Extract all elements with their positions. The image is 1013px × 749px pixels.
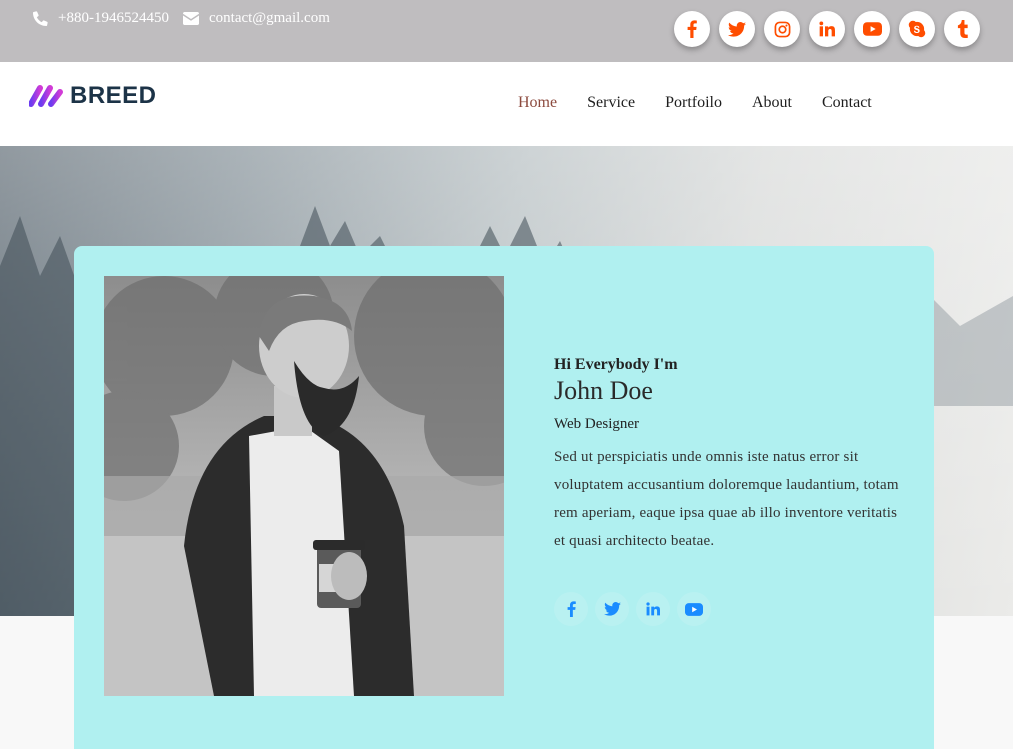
- top-bar: +880-1946524450 contact@gmail.com: [0, 0, 1013, 62]
- profile-social-links: [554, 592, 718, 626]
- linkedin-icon: [646, 602, 660, 616]
- profile-youtube-link[interactable]: [677, 592, 711, 626]
- profile-facebook-link[interactable]: [554, 592, 588, 626]
- facebook-icon: [567, 601, 576, 617]
- facebook-icon: [687, 20, 697, 38]
- profile-bio: Sed ut perspiciatis unde omnis iste natu…: [554, 449, 899, 549]
- twitter-icon: [728, 21, 746, 37]
- phone-contact[interactable]: +880-1946524450: [33, 10, 169, 27]
- social-links: [674, 11, 980, 47]
- nav-service[interactable]: Service: [587, 94, 635, 112]
- nav-portfolio[interactable]: Portfoilo: [665, 94, 722, 112]
- envelope-icon: [183, 12, 199, 25]
- phone-number: +880-1946524450: [58, 10, 169, 26]
- phone-icon: [33, 11, 48, 26]
- linkedin-link[interactable]: [809, 11, 845, 47]
- skype-icon: [908, 20, 926, 38]
- profile-photo: [104, 276, 504, 696]
- twitter-link[interactable]: [719, 11, 755, 47]
- instagram-icon: [774, 21, 790, 37]
- twitter-icon: [603, 602, 621, 616]
- bearded-man-photo: [104, 276, 504, 696]
- nav-home[interactable]: Home: [518, 94, 557, 112]
- main-navbar: BREED Home Service Portfoilo About Conta…: [0, 62, 1013, 146]
- profile-info: Hi Everybody I'm John Doe Web Designer S…: [554, 356, 904, 555]
- nav-menu: Home Service Portfoilo About Contact: [518, 94, 902, 112]
- brand-logo[interactable]: BREED: [29, 82, 157, 110]
- profile-linkedin-link[interactable]: [636, 592, 670, 626]
- instagram-link[interactable]: [764, 11, 800, 47]
- tumblr-link[interactable]: [944, 11, 980, 47]
- brand-name: BREED: [70, 82, 157, 109]
- nav-about[interactable]: About: [752, 94, 792, 112]
- linkedin-icon: [819, 21, 835, 37]
- email-contact[interactable]: contact@gmail.com: [183, 10, 330, 27]
- facebook-link[interactable]: [674, 11, 710, 47]
- email-address: contact@gmail.com: [209, 10, 330, 26]
- profile-name: John Doe: [554, 376, 653, 405]
- youtube-icon: [685, 602, 703, 616]
- tumblr-icon: [957, 20, 968, 38]
- youtube-link[interactable]: [854, 11, 890, 47]
- profile-role: Web Designer: [554, 416, 640, 432]
- youtube-icon: [862, 22, 882, 36]
- nav-contact[interactable]: Contact: [822, 94, 872, 112]
- skype-link[interactable]: [899, 11, 935, 47]
- profile-card: Hi Everybody I'm John Doe Web Designer S…: [74, 246, 934, 749]
- profile-twitter-link[interactable]: [595, 592, 629, 626]
- greeting-text: Hi Everybody I'm: [554, 356, 678, 373]
- breed-logo-icon: [29, 85, 63, 107]
